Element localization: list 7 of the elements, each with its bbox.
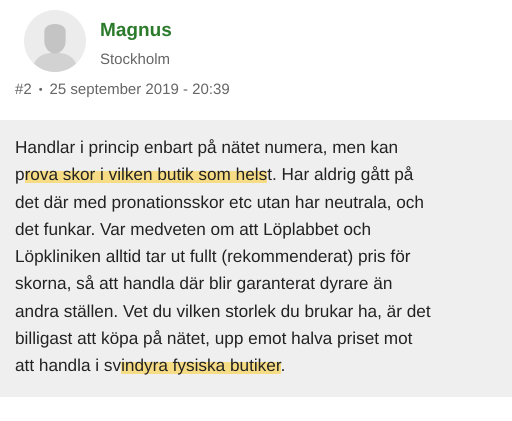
separator-dot: • (38, 84, 43, 96)
post-number: #2 (15, 81, 32, 98)
post-timestamp: 25 september 2019 - 20:39 (50, 81, 230, 98)
post-text: Handlar i princip enbart på nätet numera, men kan prova skor i vilken butik som helst. Har aldrig gått på det där med pronationsskor etc utan har neutrala, och det funkar. Var medveten om att Löplabbet och Löpkliniken alltid tar ut fullt (rekommenderat) pris för skorna, så att handla där blir garanterat dyrare än andra ställen. Vet du vilken storlek du brukar ha, är det billigast att köpa på nätet, upp emot halva priset mot att handla i svindyra fysiska butiker. (15, 136, 432, 378)
author-location: Stockholm (100, 51, 172, 68)
avatar-icon (24, 10, 86, 72)
author-name[interactable]: Magnus (100, 20, 172, 42)
